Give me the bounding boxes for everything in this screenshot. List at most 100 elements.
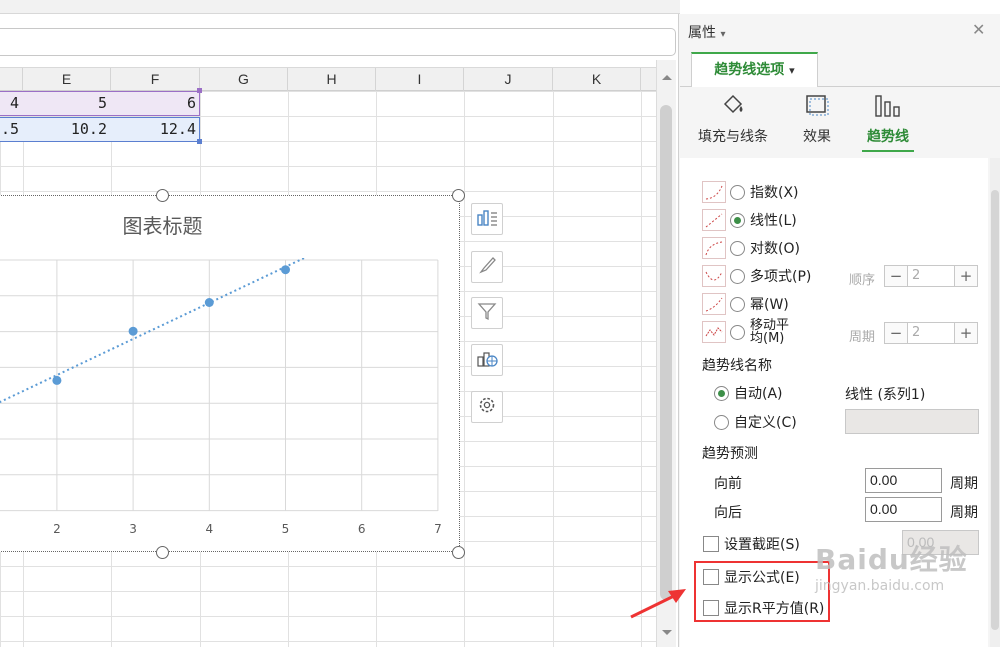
pointer-arrow-icon [630,589,686,619]
polynomial-trend-icon [702,265,726,287]
watermark-logo: Baidu经验 [815,543,968,576]
x-tick-label: 5 [281,522,290,536]
x-tick-label: 6 [357,522,366,536]
watermark-url: jingyan.baidu.com [815,578,945,594]
radio-polynomial[interactable] [730,268,745,284]
forecast-heading: 趋势预测 [702,446,758,462]
radio-power[interactable] [730,296,745,312]
cell-e2[interactable]: 10.2 [23,117,111,142]
sheet-scroll-thumb[interactable] [660,105,672,600]
cell-d1[interactable]: 4 [0,91,23,116]
chart-style-icon [477,255,497,279]
close-icon[interactable]: ✕ [972,20,985,39]
radio-linear[interactable] [730,212,745,228]
trend-type-linear[interactable]: 线性(L) [702,208,797,232]
backward-input[interactable]: 0.00 [865,497,942,522]
radio-exponential[interactable] [730,184,745,200]
order-stepper[interactable]: − 2 + [884,265,978,287]
panel-title-dropdown-icon: ▾ [720,29,726,40]
period-increment-button[interactable]: + [954,322,978,344]
backward-label: 向后 [714,505,742,521]
subtab-effects[interactable]: 效果 [797,92,837,146]
column-header-d[interactable] [0,68,23,91]
range-handle-blue[interactable] [197,139,202,144]
period-label: 周期 [849,330,876,345]
radio-logarithmic[interactable] [730,240,745,256]
moving-average-trend-icon [702,321,726,343]
range-handle-purple[interactable] [197,88,202,93]
chart-plot-area[interactable] [0,258,445,513]
panel-scroll-thumb[interactable] [991,190,999,630]
data-point[interactable] [204,298,214,307]
radio-moving-average[interactable] [730,324,745,340]
data-point[interactable] [281,265,290,275]
cell-f2[interactable]: 12.4 [111,117,200,142]
forward-label: 向前 [714,476,742,492]
column-header-e[interactable]: E [23,68,111,91]
panel-title[interactable]: 属性 ▾ [688,22,725,42]
chart-elements-icon [476,207,498,231]
trend-type-exponential[interactable]: 指数(X) [702,180,799,204]
data-point[interactable] [128,326,138,336]
resize-handle-top[interactable] [156,189,169,202]
chart-type-icon [476,348,498,372]
column-header-j[interactable]: J [464,68,553,91]
column-header-row: E F G H I J K [0,67,656,91]
highlight-box [694,561,830,622]
radio-name-auto[interactable] [714,385,729,401]
cell-e1[interactable]: 5 [23,91,111,116]
active-subtab-indicator [862,150,914,152]
order-increment-button[interactable]: + [954,265,978,287]
backward-unit: 周期 [950,505,978,521]
cell-f1[interactable]: 6 [111,91,200,116]
column-header-h[interactable]: H [288,68,376,91]
trendline-bars-icon [873,92,903,122]
order-label: 顺序 [849,273,876,288]
trend-type-polynomial[interactable]: 多项式(P) [702,264,811,288]
radio-name-custom[interactable] [714,414,729,430]
chart-filter-button[interactable] [471,297,503,329]
trend-type-moving-average[interactable]: 移动平均(M) [702,319,790,345]
set-intercept-option[interactable]: 设置截距(S) [703,534,800,554]
column-header-k[interactable]: K [553,68,641,91]
order-decrement-button[interactable]: − [884,265,908,287]
checkbox-set-intercept[interactable] [703,536,719,552]
subtab-trendline[interactable]: 趋势线 [862,92,914,146]
order-value[interactable]: 2 [908,265,954,287]
data-point[interactable] [52,375,62,385]
settings-icon [477,395,497,419]
cell-d2[interactable]: .5 [0,117,23,142]
x-tick-label: 7 [434,522,442,536]
resize-handle-top-right[interactable] [452,189,465,202]
period-value[interactable]: 2 [908,322,954,344]
name-custom-option[interactable]: 自定义(C) [714,410,797,434]
linear-trendline [0,258,307,404]
resize-handle-bottom-right[interactable] [452,546,465,559]
formula-bar[interactable] [0,28,676,56]
chart-style-button[interactable] [471,251,503,283]
subtab-fill-and-line[interactable]: 填充与线条 [693,92,773,146]
resize-handle-bottom[interactable] [156,546,169,559]
forward-input[interactable]: 0.00 [865,468,942,493]
column-header-f[interactable]: F [111,68,200,91]
period-decrement-button[interactable]: − [884,322,908,344]
fill-bucket-icon [720,92,746,122]
name-auto-option[interactable]: 自动(A) [714,381,783,405]
trend-type-logarithmic[interactable]: 对数(O) [702,236,800,260]
chart-settings-button[interactable] [471,391,503,423]
x-tick-label: 4 [205,522,214,536]
exponential-trend-icon [702,181,726,203]
trendline-name-heading: 趋势线名称 [702,358,772,374]
chevron-down-icon: ▾ [789,64,795,77]
custom-name-input[interactable] [845,409,979,434]
column-header-i[interactable]: I [376,68,464,91]
column-header-g[interactable]: G [200,68,288,91]
chart-elements-button[interactable] [471,203,503,235]
forward-unit: 周期 [950,476,978,492]
logarithmic-trend-icon [702,237,726,259]
tab-trendline-options[interactable]: 趋势线选项 ▾ [691,52,818,87]
trend-type-power[interactable]: 幂(W) [702,292,789,316]
period-stepper[interactable]: − 2 + [884,322,978,344]
chart-title[interactable]: 图表标题 [60,210,265,239]
chart-type-button[interactable] [471,344,503,376]
